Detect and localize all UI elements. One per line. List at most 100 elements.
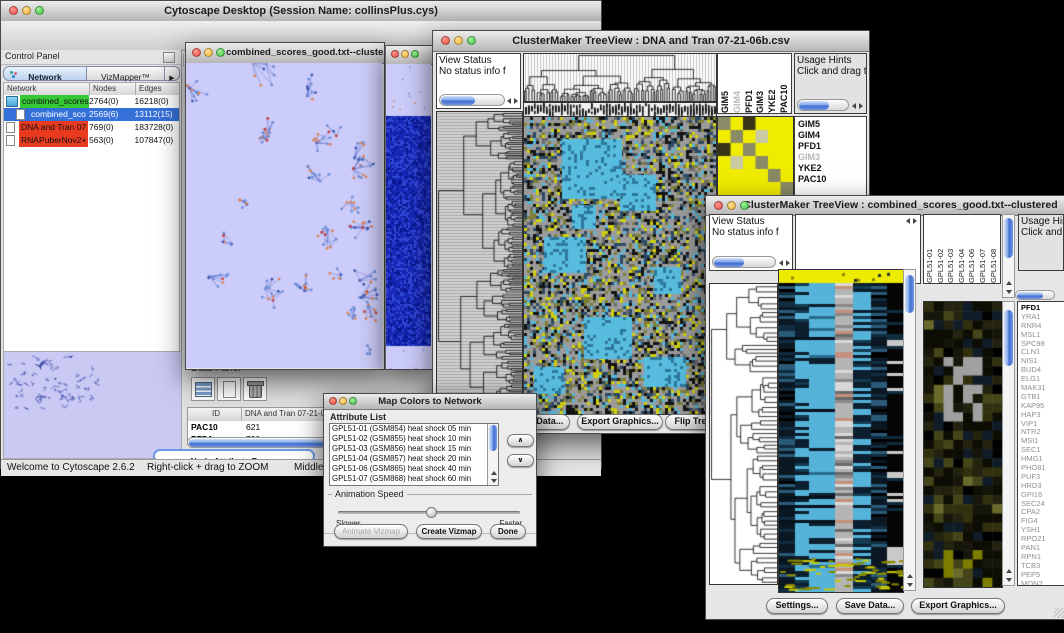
main-title-bar[interactable]: Cytoscape Desktop (Session Name: collins…	[1, 1, 601, 22]
col-header-network[interactable]: Network	[4, 83, 90, 95]
zoom-window-icon[interactable]	[467, 36, 476, 45]
view-status-scrollbar[interactable]	[439, 94, 505, 106]
tab-vizmapper[interactable]: VizMapper™	[87, 66, 165, 81]
minimize-icon[interactable]	[454, 36, 463, 45]
network-table-row[interactable]: DNA and Tran 07 769(0) 183728(0)	[4, 121, 179, 134]
attribute-list-item[interactable]: GPL51-06 (GSM865) heat shock 40 min	[330, 464, 487, 474]
zoom-window-icon[interactable]	[349, 397, 357, 405]
scroll-left-icon[interactable]	[906, 218, 910, 224]
minimize-icon[interactable]	[727, 201, 736, 210]
heatmap-canvas[interactable]	[523, 116, 717, 415]
status-hint-pan: Middle-	[294, 462, 327, 473]
view-status-title: View Status	[439, 55, 492, 66]
minimize-icon[interactable]	[339, 397, 347, 405]
gene-list-item[interactable]: MON2	[1021, 580, 1064, 586]
export-graphics-button[interactable]: Export Graphics...	[577, 414, 663, 430]
heatmap-canvas[interactable]	[778, 269, 904, 593]
view-status-panel: View Status No status info f	[436, 53, 521, 109]
scroll-right-icon[interactable]	[859, 103, 863, 109]
scroll-down-icon[interactable]	[1006, 290, 1012, 294]
scroll-right-icon[interactable]	[913, 218, 917, 224]
col-header-edges[interactable]: Edges	[136, 83, 179, 95]
tab-network[interactable]: Network	[3, 66, 87, 81]
network-icon	[6, 96, 18, 107]
resize-grip[interactable]	[1054, 608, 1064, 618]
column-labels-panel: GPL51-01 (GSM854)GPL51-02 (GSM855)GPL51-…	[923, 214, 1001, 284]
network-view-title-bar[interactable]: combined_scores_good.txt--cluste...	[186, 43, 384, 64]
attribute-list-item[interactable]: GPL51-07 (GSM868) heat shock 60 min	[330, 474, 487, 484]
treeview-combined-title-bar[interactable]: ClusterMaker TreeView : combined_scores_…	[706, 196, 1064, 216]
attribute-list-item[interactable]: GPL51-04 (GSM857) heat shock 20 min	[330, 454, 487, 464]
view-status-scrollbar[interactable]	[712, 256, 776, 268]
scroll-down-icon[interactable]	[1006, 578, 1012, 582]
scroll-left-icon[interactable]	[779, 260, 783, 266]
scroll-left-icon[interactable]	[852, 103, 856, 109]
network-list: combined_scores 2764(0) 16218(0) combine…	[4, 95, 179, 147]
network-table-row[interactable]: RNAPuberNov2+ 563(0) 107847(0)	[4, 134, 179, 147]
done-button[interactable]: Done	[490, 524, 526, 539]
scroll-down-icon[interactable]	[907, 583, 913, 587]
scroll-right-icon[interactable]	[514, 98, 518, 104]
gene-dendrogram[interactable]	[709, 283, 778, 585]
speed-slider[interactable]	[338, 511, 520, 514]
new-attribute-button[interactable]	[217, 377, 241, 401]
network-table-row[interactable]: combined_sco 2569(6) 13112(15)	[4, 108, 179, 121]
gene-dendrogram[interactable]	[436, 111, 523, 415]
slider-thumb-icon[interactable]	[426, 507, 437, 518]
minimize-icon[interactable]	[22, 6, 31, 15]
save-data-button[interactable]: Save Data...	[836, 598, 904, 614]
col-header-nodes[interactable]: Nodes	[90, 83, 136, 95]
close-icon[interactable]	[441, 36, 450, 45]
usage-hints-scrollbar[interactable]	[797, 99, 849, 111]
close-icon[interactable]	[9, 6, 18, 15]
close-icon[interactable]	[391, 50, 399, 58]
zoom-window-icon[interactable]	[35, 6, 44, 15]
attribute-list-item[interactable]: GPL51-03 (GSM856) heat shock 15 min	[330, 444, 487, 454]
zoom-window-icon[interactable]	[216, 48, 225, 57]
scroll-up-icon[interactable]	[1006, 569, 1012, 573]
zoom-vscrollbar[interactable]	[1002, 301, 1015, 586]
settings-button[interactable]: Settings...	[766, 598, 828, 614]
dense-network-canvas[interactable]	[386, 64, 431, 369]
tab-overflow-button[interactable]: ▶	[165, 66, 180, 81]
close-icon[interactable]	[329, 397, 337, 405]
scroll-down-icon[interactable]	[491, 479, 497, 483]
col-header-id[interactable]: ID	[188, 408, 242, 421]
treeview-dna-title-bar[interactable]: ClusterMaker TreeView : DNA and Tran 07-…	[433, 31, 869, 52]
scroll-left-icon[interactable]	[507, 98, 511, 104]
dialog-title-bar[interactable]: Map Colors to Network	[324, 394, 536, 410]
create-vizmap-button[interactable]: Create Vizmap	[416, 524, 482, 539]
zoom-window-icon[interactable]	[411, 50, 419, 58]
column-label-strip	[523, 102, 717, 117]
export-graphics-button[interactable]: Export Graphics...	[911, 598, 1005, 614]
attribute-list-item[interactable]: GPL51-02 (GSM855) heat shock 10 min	[330, 434, 487, 444]
zoom-heatmap[interactable]	[923, 301, 1003, 588]
birdseye-overview[interactable]	[3, 351, 182, 459]
float-panel-icon[interactable]	[163, 52, 175, 63]
close-icon[interactable]	[192, 48, 201, 57]
move-up-button[interactable]: ∧	[507, 434, 534, 447]
scroll-up-icon[interactable]	[1006, 281, 1012, 285]
table-view-button[interactable]	[191, 377, 215, 401]
attribute-list-item[interactable]: GPL51-01 (GSM854) heat shock 05 min	[330, 424, 487, 434]
heatmap-vscrollbar[interactable]	[903, 269, 916, 591]
scroll-up-icon[interactable]	[907, 574, 913, 578]
scroll-right-icon[interactable]	[786, 260, 790, 266]
hidden-window-title-bar[interactable]	[386, 46, 433, 65]
animate-vizmap-button[interactable]: Animate Vizmap	[334, 524, 408, 539]
array-dendrogram[interactable]	[523, 53, 717, 102]
move-down-button[interactable]: ∨	[507, 454, 534, 467]
network-canvas[interactable]	[186, 63, 382, 368]
network-table-row[interactable]: combined_scores 2764(0) 16218(0)	[4, 95, 179, 108]
close-icon[interactable]	[714, 201, 723, 210]
view-status-text: No status info f	[439, 66, 506, 77]
zoom-window-icon[interactable]	[740, 201, 749, 210]
delete-attribute-button[interactable]	[243, 377, 267, 401]
minimize-icon[interactable]	[401, 50, 409, 58]
minimize-icon[interactable]	[204, 48, 213, 57]
control-panel-tabs: Network VizMapper™ ▶	[3, 66, 180, 81]
list-vscrollbar[interactable]	[487, 424, 498, 485]
gene-list-hscrollbar[interactable]	[1015, 290, 1055, 300]
scroll-up-icon[interactable]	[491, 471, 497, 475]
labels-vscrollbar[interactable]	[1002, 214, 1015, 298]
